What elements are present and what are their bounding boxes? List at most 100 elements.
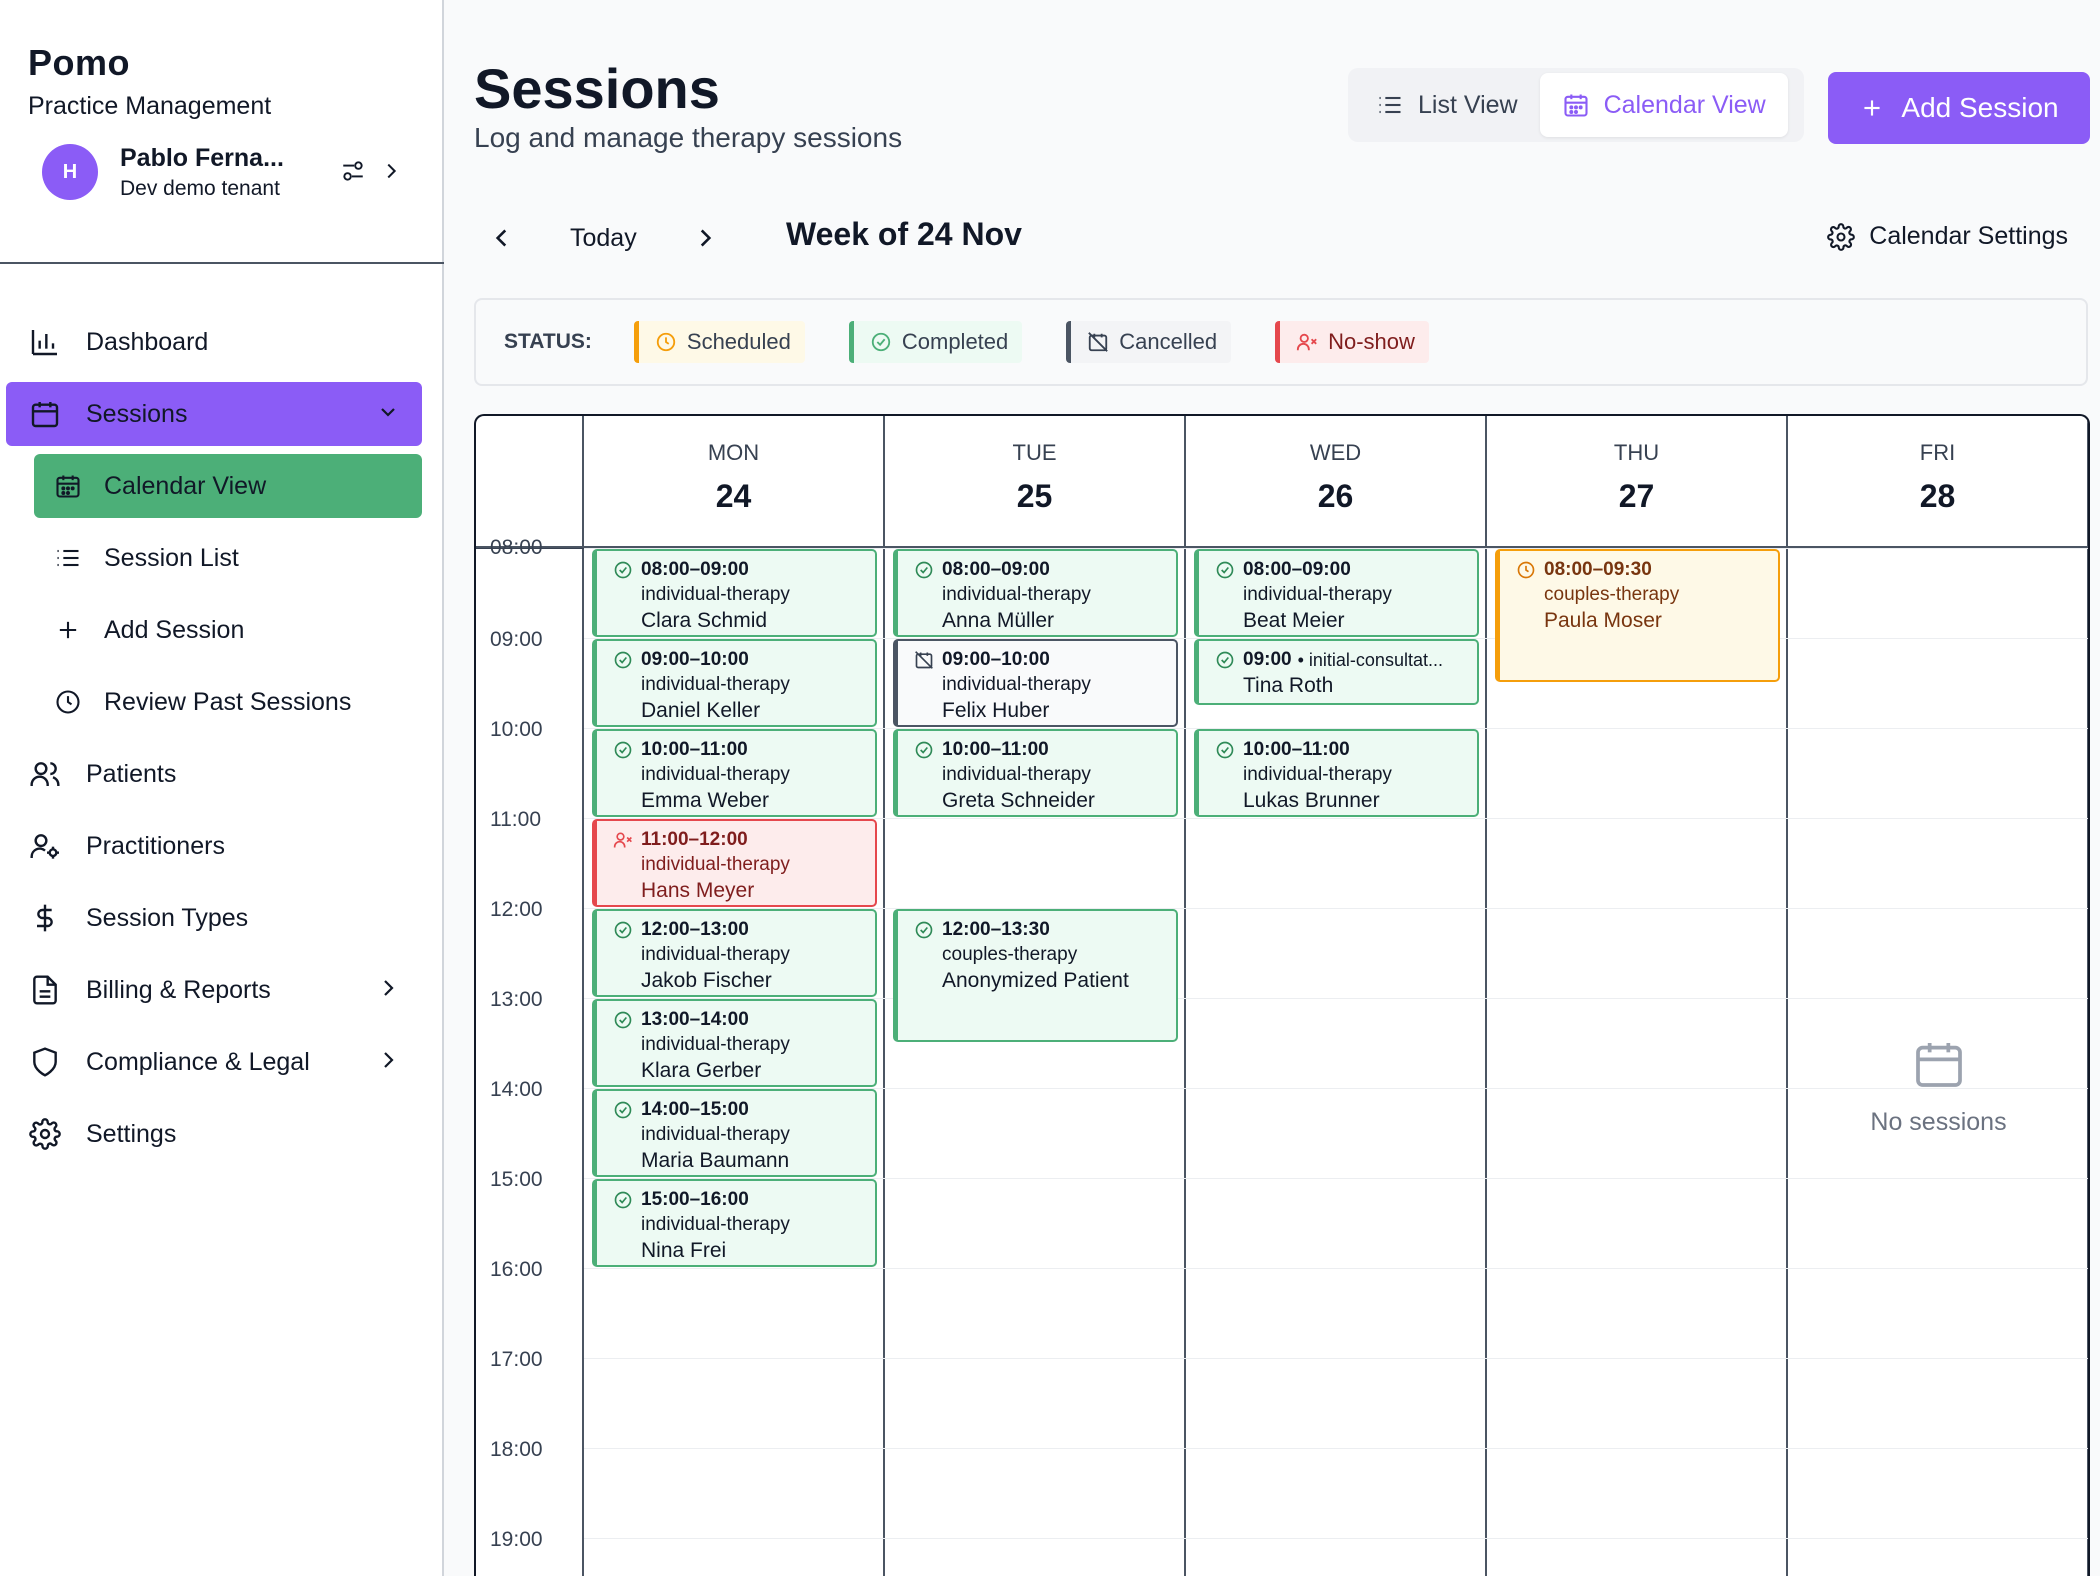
add-session-button[interactable]: Add Session <box>1828 72 2090 144</box>
nav-patients[interactable]: Patients <box>6 742 422 806</box>
clock-icon <box>656 332 676 352</box>
list-icon <box>54 544 82 572</box>
status-legend: STATUS: Scheduled Completed Cancelled No… <box>474 298 2088 386</box>
legend-scheduled: Scheduled <box>633 321 805 363</box>
check-circle-icon <box>915 741 933 759</box>
nav-label: Add Session <box>104 615 245 644</box>
nav-session-list[interactable]: Session List <box>34 526 422 590</box>
session-time: 08:00–09:00 <box>613 559 863 581</box>
nav-practitioners[interactable]: Practitioners <box>6 814 422 878</box>
session-patient: Emma Weber <box>641 789 769 812</box>
session-time: 15:00–16:00 <box>613 1189 863 1211</box>
day-name: THU <box>1613 440 1660 465</box>
session-type: individual-therapy <box>942 764 1091 785</box>
nav-billing-reports[interactable]: Billing & Reports <box>6 958 422 1022</box>
legend-noshow-label: No-show <box>1328 329 1415 354</box>
check-circle-icon <box>614 651 632 669</box>
session-card[interactable]: 08:00–09:30 couples-therapy Paula Moser <box>1495 549 1780 682</box>
nav-label: Practitioners <box>86 831 225 860</box>
time-label: 19:00 <box>490 1528 543 1551</box>
session-time: 08:00–09:00 <box>1215 559 1465 581</box>
check-circle-icon <box>614 1011 632 1029</box>
session-card[interactable]: 10:00–11:00 individual-therapy Lukas Brunn… <box>1194 729 1479 817</box>
nav-label: Session List <box>104 543 239 572</box>
time-label: 11:00 <box>490 808 541 831</box>
day-header-mon: MON 24 <box>584 416 885 548</box>
nav-session-types[interactable]: Session Types <box>6 886 422 950</box>
nav-add-session[interactable]: Add Session <box>34 598 422 662</box>
legend-completed-label: Completed <box>901 329 1009 354</box>
day-name: WED <box>1309 440 1362 465</box>
avatar: H <box>42 144 98 200</box>
bar-chart-icon <box>28 325 62 359</box>
session-type: individual-therapy <box>1243 584 1392 605</box>
nav-settings[interactable]: Settings <box>6 1102 422 1166</box>
time-label: 10:00 <box>490 718 543 741</box>
session-type: individual-therapy <box>641 1034 790 1055</box>
session-card[interactable]: 09:00 • initial-consultat... Tina Roth <box>1194 639 1479 705</box>
nav-dashboard[interactable]: Dashboard <box>6 310 422 374</box>
legend-completed: Completed <box>848 321 1023 363</box>
session-type: individual-therapy <box>641 674 790 695</box>
nav-label: Compliance & Legal <box>86 1047 310 1076</box>
check-circle-icon <box>1216 741 1234 759</box>
session-card[interactable]: 12:00–13:30 couples-therapy Anonymized Pat… <box>893 909 1178 1042</box>
session-card[interactable]: 14:00–15:00 individual-therapy Maria Bauma… <box>592 1089 877 1177</box>
session-patient: Beat Meier <box>1243 609 1345 632</box>
calendar-view-label: Calendar View <box>1603 90 1766 119</box>
session-card[interactable]: 11:00–12:00 individual-therapy Hans Meyer <box>592 819 877 907</box>
user-x-icon <box>613 832 632 848</box>
nav-sessions[interactable]: Sessions <box>6 382 422 446</box>
day-number: 27 <box>1618 478 1655 514</box>
session-patient: Paula Moser <box>1544 609 1662 632</box>
session-card[interactable]: 08:00–09:00 individual-therapy Beat Meier <box>1194 549 1479 637</box>
session-card[interactable]: 09:00–10:00 individual-therapy Daniel Kell… <box>592 639 877 727</box>
legend-cancelled-label: Cancelled <box>1119 329 1218 354</box>
user-cog-icon <box>28 829 62 863</box>
gear-icon <box>28 1117 62 1151</box>
next-week-button[interactable] <box>677 210 733 266</box>
session-type: individual-therapy <box>641 764 790 785</box>
chevron-right-icon[interactable] <box>380 160 402 187</box>
nav-review-past-sessions[interactable]: Review Past Sessions <box>34 670 422 734</box>
previous-week-button[interactable] <box>474 210 530 266</box>
nav-calendar-view[interactable]: Calendar View <box>34 454 422 518</box>
chevron-right-icon <box>376 1048 400 1079</box>
calendar-off-icon <box>1088 332 1109 352</box>
session-card[interactable]: 12:00–13:00 individual-therapy Jakob Fisch… <box>592 909 877 997</box>
hour-gridline <box>584 1268 2088 1269</box>
check-circle-icon <box>614 561 632 579</box>
view-toggle: List View Calendar View <box>1348 68 1804 142</box>
calendar-view-button[interactable]: Calendar View <box>1539 73 1788 137</box>
user-switcher[interactable]: H Pablo Ferna... Dev demo tenant <box>42 144 402 200</box>
session-time: 12:00–13:00 <box>613 919 863 941</box>
session-card[interactable]: 08:00–09:00 individual-therapy Clara Schmi… <box>592 549 877 637</box>
session-patient: Hans Meyer <box>641 879 755 902</box>
session-card[interactable]: 10:00–11:00 individual-therapy Greta Schne… <box>893 729 1178 817</box>
legend-scheduled-label: Scheduled <box>686 329 791 354</box>
session-card[interactable]: 09:00–10:00 individual-therapy Felix Huber <box>893 639 1178 727</box>
session-card[interactable]: 13:00–14:00 individual-therapy Klara Gerbe… <box>592 999 877 1087</box>
session-card[interactable]: 15:00–16:00 individual-therapy Nina Frei <box>592 1179 877 1267</box>
session-patient: Clara Schmid <box>641 609 768 632</box>
sidebar-divider <box>0 262 444 264</box>
day-name: FRI <box>1919 440 1956 465</box>
session-card[interactable]: 08:00–09:00 individual-therapy Anna Müller <box>893 549 1178 637</box>
today-button[interactable]: Today <box>570 224 637 253</box>
list-view-button[interactable]: List View <box>1354 73 1540 137</box>
session-patient: Tina Roth <box>1243 674 1334 697</box>
calendar-settings-button[interactable]: Calendar Settings <box>1827 222 2068 251</box>
session-time: 10:00–11:00 <box>613 739 863 761</box>
tenant-name: Dev demo tenant <box>120 176 280 200</box>
chevron-right-icon <box>700 229 711 247</box>
session-card[interactable]: 10:00–11:00 individual-therapy Emma Weber <box>592 729 877 817</box>
session-patient: Nina Frei <box>641 1239 727 1262</box>
check-circle-icon <box>614 1101 632 1119</box>
nav-label: Review Past Sessions <box>104 687 352 716</box>
switch-tenant-icon[interactable] <box>340 158 366 189</box>
day-column-thu[interactable] <box>1487 548 1788 1576</box>
nav-compliance-legal[interactable]: Compliance & Legal <box>6 1030 422 1094</box>
session-patient: Maria Baumann <box>641 1149 790 1172</box>
nav-label: Session Types <box>86 903 249 932</box>
calendar-days-icon <box>54 472 82 500</box>
